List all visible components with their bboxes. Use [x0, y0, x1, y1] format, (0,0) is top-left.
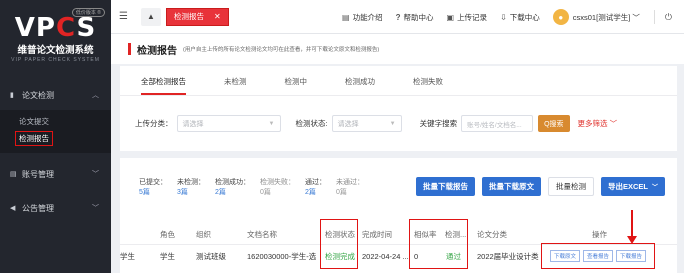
- annotation-arrow: [631, 210, 633, 238]
- close-icon[interactable]: ✕: [214, 12, 221, 21]
- chevron-down-icon: ﹀: [651, 185, 658, 191]
- status-tabs: 全部检测报告 未检测 检测中 检测成功 检测失败: [120, 66, 677, 96]
- home-icon: ▲: [147, 12, 155, 21]
- file-icon: ▣: [446, 12, 455, 22]
- download-icon: ⇩: [500, 12, 507, 22]
- feature-intro-link[interactable]: ▤ 功能介绍: [342, 12, 383, 23]
- sidebar-group-account[interactable]: ▤ 账号管理 ﹀: [0, 159, 111, 189]
- annotation-box-rate: [409, 219, 468, 269]
- chevron-down-icon: ﹀: [92, 205, 99, 212]
- col-doc: 文档名称: [247, 230, 277, 239]
- version-tag: 低价版本 ®: [71, 8, 105, 17]
- filter-row: 上传分类： 请选择 ▼ 检测状态: 请选择 ▼ 关键字搜索 账号/姓名/文档名...…: [120, 96, 677, 151]
- stat-not-passed: 未通过： 0篇: [336, 179, 364, 196]
- tab-success[interactable]: 检测成功: [345, 76, 375, 95]
- col-ops: 操作: [592, 230, 607, 239]
- download-center-link[interactable]: ⇩ 下载中心: [500, 12, 540, 23]
- batch-check-button[interactable]: 批量检测: [547, 177, 594, 196]
- col-org: 组织: [196, 230, 211, 239]
- more-filter-link[interactable]: 更多筛选 ﹀: [578, 118, 618, 129]
- sidebar-item-report[interactable]: 检测报告: [0, 130, 111, 147]
- help-center-link[interactable]: ? 帮助中心: [396, 12, 434, 23]
- logout-icon[interactable]: ⏻: [665, 12, 672, 23]
- annotation-box-ops: [541, 243, 655, 269]
- keyword-input[interactable]: 账号/姓名/文档名...: [461, 115, 534, 132]
- sidebar: 低价版本 ® VPCS 维普论文检测系统 VIP PAPER CHECK SYS…: [0, 0, 111, 273]
- cell-prefix: 学生: [120, 251, 135, 261]
- logo: 低价版本 ® VPCS 维普论文检测系统 VIP PAPER CHECK SYS…: [0, 0, 111, 78]
- status-label: 检测状态:: [295, 119, 328, 128]
- col-category: 论文分类: [477, 230, 507, 239]
- page-note: (用户自主上传的所有论文检测论文均可在此查看，并可下载论文原文和检测报告): [183, 47, 380, 53]
- book-icon: ▤: [342, 12, 350, 22]
- avatar[interactable]: ●: [552, 9, 569, 25]
- stat-passed: 通过： 2篇: [305, 179, 326, 196]
- logo-subtitle: VIP PAPER CHECK SYSTEM: [11, 57, 100, 63]
- stat-submitted: 已提交： 5篇: [139, 179, 167, 196]
- chevron-down-icon: ﹀: [92, 171, 99, 178]
- export-excel-button[interactable]: 导出EXCEL ﹀: [600, 177, 665, 196]
- batch-download-original-button[interactable]: 批量下载原文: [481, 177, 541, 196]
- sidebar-submenu: 论文提交 检测报告: [0, 110, 111, 153]
- keyword-label: 关键字搜索: [419, 119, 458, 128]
- annotation-box-status: [320, 219, 358, 269]
- cell-org: 测试班级: [196, 251, 226, 261]
- caret-down-icon: ▼: [268, 120, 275, 127]
- action-buttons: 批量下载报告 批量下载原文 批量检测 导出EXCEL ﹀: [409, 177, 665, 196]
- sidebar-item-submit[interactable]: 论文提交: [0, 113, 111, 130]
- status-select[interactable]: 请选择 ▼: [331, 115, 402, 132]
- chevron-up-icon: ︿: [92, 92, 99, 99]
- document-icon: ▮: [10, 92, 14, 99]
- stat-failed: 检测失败： 0篇: [260, 179, 295, 196]
- tab-failed[interactable]: 检测失败: [413, 76, 443, 95]
- tab-all-reports[interactable]: 全部检测报告: [141, 76, 186, 95]
- title-accent: [128, 43, 131, 55]
- annotation-arrow-head: [627, 236, 637, 244]
- category-label: 上传分类：: [135, 119, 173, 128]
- home-button[interactable]: ▲: [141, 7, 161, 26]
- divider: [653, 10, 655, 24]
- col-role: 角色: [160, 230, 175, 239]
- sidebar-group-announcement[interactable]: ◀ 公告管理 ﹀: [0, 193, 111, 223]
- stats-summary: 已提交： 5篇 未检测： 3篇 检测成功： 2篇 检测失败： 0篇 通过： 2篇 未通过：…: [139, 178, 374, 198]
- tab-checking[interactable]: 检测中: [285, 76, 308, 95]
- cell-role: 学生: [160, 251, 175, 261]
- stat-unchecked: 未检测： 3篇: [177, 179, 205, 196]
- batch-download-report-button[interactable]: 批量下载报告: [415, 177, 475, 196]
- tab-report[interactable]: 检测报告 ✕: [166, 7, 229, 26]
- col-time: 完成时间: [362, 230, 392, 239]
- search-button[interactable]: Q搜索: [538, 115, 570, 132]
- cell-time: 2022-04-24 ...: [362, 251, 409, 261]
- table-header: 角色 组织 文档名称 检测状态 完成时间 相似率 检测... 论文分类 操作: [120, 225, 677, 245]
- top-bar: ☰ ▲ 检测报告 ✕ ▤ 功能介绍 ? 帮助中心 ▣ 上传记录 ⇩ 下载中心 ● csxs…: [111, 0, 684, 34]
- megaphone-icon: ◀: [10, 205, 16, 212]
- cell-category: 2022届毕业设计类: [477, 251, 539, 261]
- account-icon: ▤: [10, 171, 17, 178]
- cell-doc[interactable]: 1620030000-学生-选: [247, 251, 316, 262]
- user-menu[interactable]: csxs01[测试学生] ﹀: [573, 12, 640, 23]
- filter-panel: 全部检测报告 未检测 检测中 检测成功 检测失败 上传分类： 请选择 ▼ 检测状态…: [120, 66, 677, 151]
- logo-mark: VPCS: [14, 13, 97, 43]
- page-header: 检测报告 (用户自主上传的所有论文检测论文均可在此查看，并可下载论文原文和检测报…: [111, 34, 684, 64]
- menu-toggle-icon[interactable]: ☰: [119, 11, 137, 22]
- logo-title: 维普论文检测系统: [17, 45, 94, 56]
- question-icon: ?: [395, 12, 401, 22]
- upload-records-link[interactable]: ▣ 上传记录: [447, 12, 488, 23]
- category-select[interactable]: 请选择 ▼: [176, 115, 281, 132]
- sidebar-group-paper-check[interactable]: ▮ 论文检测 ︿: [0, 80, 111, 110]
- caret-down-icon: ▼: [389, 120, 396, 127]
- top-links: ▤ 功能介绍 ? 帮助中心 ▣ 上传记录 ⇩ 下载中心 ● csxs01[测试学生] ﹀…: [342, 0, 684, 34]
- page-title: 检测报告: [137, 45, 177, 57]
- tab-unchecked[interactable]: 未检测: [224, 76, 247, 95]
- stat-success: 检测成功： 2篇: [215, 179, 250, 196]
